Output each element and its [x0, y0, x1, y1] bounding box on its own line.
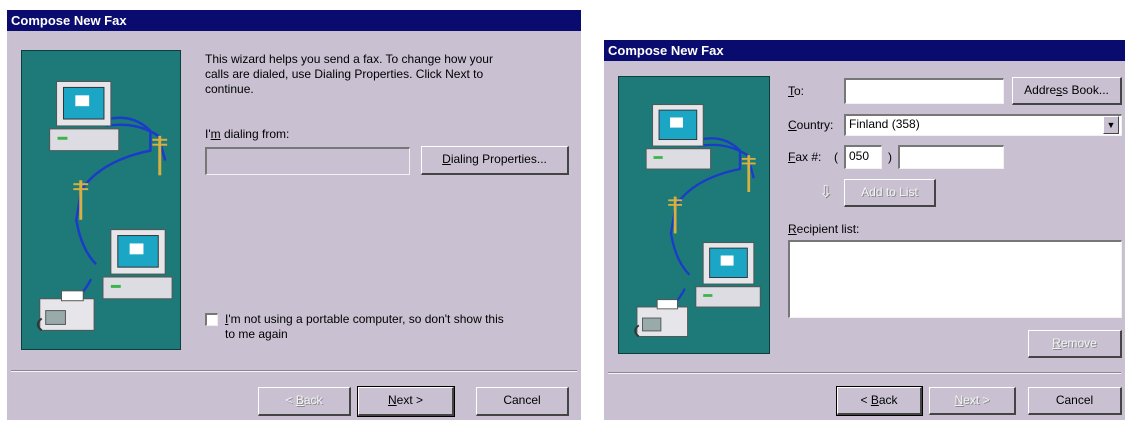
- dont-show-again-label: I'm not using a portable computer, so do…: [225, 312, 504, 341]
- fax-wizard-illustration: [21, 50, 181, 350]
- dialing-from-label: I'm dialing from:: [205, 127, 290, 141]
- fax-wizard-illustration: [618, 76, 770, 354]
- fax-number-input[interactable]: [898, 145, 1004, 169]
- remove-button[interactable]: Remove: [1028, 330, 1122, 358]
- window-title: Compose New Fax: [11, 13, 127, 28]
- compose-fax-welcome-dialog: Compose New Fax This wizard helps you se…: [7, 10, 581, 420]
- back-button[interactable]: < Back: [836, 386, 923, 416]
- window-title: Compose New Fax: [608, 43, 724, 58]
- computer-icon: [645, 104, 712, 170]
- recipient-list-box[interactable]: [788, 240, 1122, 318]
- computer-icon: [49, 81, 120, 152]
- area-code-input[interactable]: 050: [844, 145, 882, 169]
- title-bar: Compose New Fax: [604, 40, 1125, 61]
- fax-label: Fax #:: [788, 150, 822, 164]
- next-button[interactable]: Next >: [929, 387, 1016, 415]
- fax-machine-icon: [634, 299, 689, 338]
- dropdown-arrow-icon[interactable]: ▼: [1103, 116, 1119, 134]
- country-select[interactable]: Finland (358): [844, 114, 1122, 136]
- down-arrow-icon: ⇩: [819, 184, 833, 201]
- intro-line: calls are dialed, use Dialing Properties…: [205, 67, 484, 81]
- intro-line: This wizard helps you send a fax. To cha…: [205, 52, 493, 66]
- separator: [11, 370, 577, 372]
- to-input[interactable]: [844, 78, 1004, 104]
- recipient-list-label: Recipient list:: [788, 222, 860, 236]
- area-code-close-paren: ): [888, 150, 892, 164]
- cancel-button[interactable]: Cancel: [476, 387, 569, 416]
- back-button[interactable]: < Back: [258, 387, 351, 416]
- separator: [608, 372, 1121, 374]
- intro-text: This wizard helps you send a fax. To cha…: [205, 52, 493, 97]
- title-bar: Compose New Fax: [7, 10, 581, 31]
- cancel-button[interactable]: Cancel: [1028, 387, 1122, 415]
- fax-machine-icon: [36, 290, 95, 332]
- dialing-from-field[interactable]: [205, 147, 410, 175]
- area-code-open-paren: (: [834, 150, 838, 164]
- address-book-button[interactable]: Address Book...: [1012, 77, 1122, 105]
- compose-fax-recipient-dialog: Compose New Fax To: Address Book... Coun…: [604, 40, 1125, 420]
- network-computers-icon: [634, 104, 761, 338]
- dont-show-again-checkbox[interactable]: [205, 313, 218, 326]
- dialing-properties-button[interactable]: Dialing Properties...: [421, 146, 569, 175]
- network-computers-icon: [36, 81, 173, 332]
- country-label: Country:: [788, 118, 834, 132]
- add-to-list-button[interactable]: Add to List: [844, 179, 936, 207]
- next-button[interactable]: Next >: [357, 386, 455, 417]
- intro-line: continue.: [205, 82, 254, 96]
- to-label: To:: [788, 84, 805, 98]
